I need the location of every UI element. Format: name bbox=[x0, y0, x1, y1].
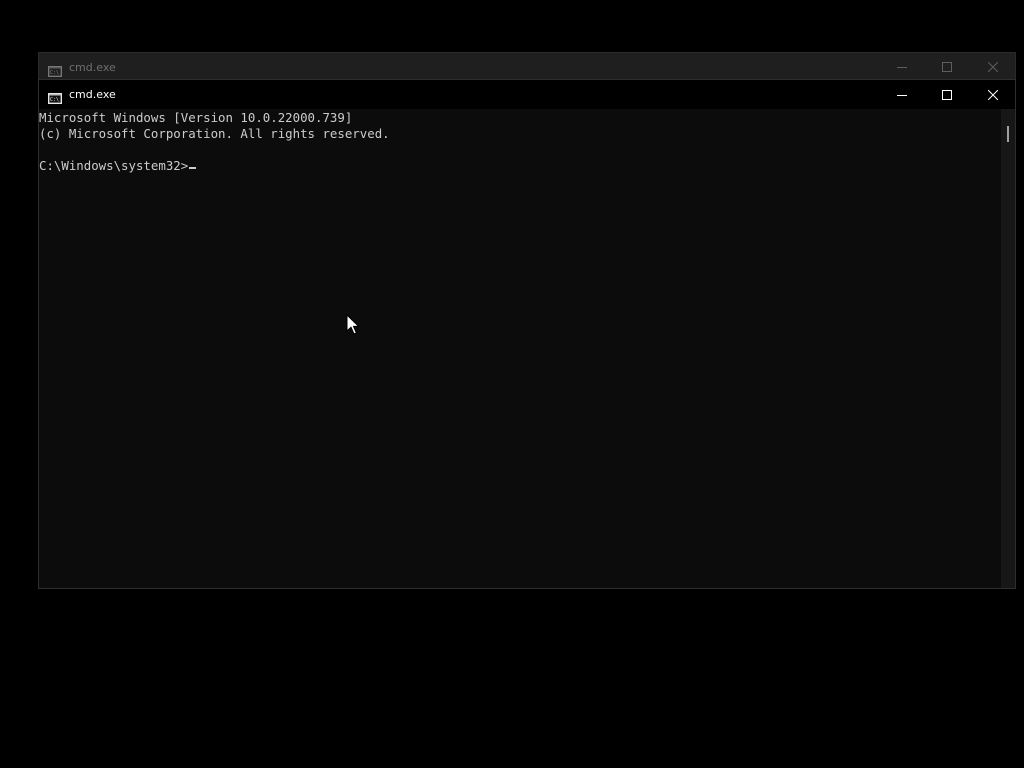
maximize-icon bbox=[942, 89, 952, 100]
window-title: cmd.exe bbox=[69, 88, 116, 101]
cmd-icon: C:\ bbox=[48, 62, 62, 77]
desktop-screen: C:\ cmd.exe C:\ cmd.exe Microsoft Window… bbox=[0, 0, 1024, 768]
maximize-icon bbox=[942, 62, 952, 72]
scrollbar-thumb[interactable] bbox=[1007, 126, 1009, 142]
minimize-icon bbox=[897, 94, 907, 96]
background-minimize-button[interactable] bbox=[879, 53, 925, 81]
background-close-button[interactable] bbox=[970, 53, 1016, 81]
vertical-scrollbar[interactable] bbox=[1001, 109, 1015, 588]
cmd-icon: C:\ bbox=[48, 89, 62, 104]
minimize-button[interactable] bbox=[879, 80, 925, 109]
cmd-window[interactable]: C:\ cmd.exe Microsoft Windows [Version 1… bbox=[38, 79, 1016, 589]
console-line: (c) Microsoft Corporation. All rights re… bbox=[39, 126, 390, 141]
prompt-text: C:\Windows\system32> bbox=[39, 158, 189, 173]
maximize-button[interactable] bbox=[924, 80, 970, 109]
console-line: Microsoft Windows [Version 10.0.22000.73… bbox=[39, 110, 353, 125]
background-window-title: cmd.exe bbox=[69, 61, 116, 74]
console-output[interactable]: Microsoft Windows [Version 10.0.22000.73… bbox=[39, 109, 1001, 588]
mouse-pointer-icon bbox=[346, 314, 360, 335]
command-prompt-line[interactable]: C:\Windows\system32> bbox=[39, 158, 197, 174]
close-icon bbox=[988, 89, 998, 100]
svg-text:C:\: C:\ bbox=[50, 97, 59, 103]
close-icon bbox=[988, 62, 998, 72]
text-caret bbox=[189, 167, 197, 169]
title-bar[interactable]: C:\ cmd.exe bbox=[39, 80, 1015, 109]
background-maximize-button[interactable] bbox=[924, 53, 970, 81]
background-cmd-window[interactable]: C:\ cmd.exe bbox=[38, 52, 1016, 80]
minimize-icon bbox=[897, 67, 907, 68]
svg-text:C:\: C:\ bbox=[50, 70, 59, 76]
close-button[interactable] bbox=[970, 80, 1016, 109]
